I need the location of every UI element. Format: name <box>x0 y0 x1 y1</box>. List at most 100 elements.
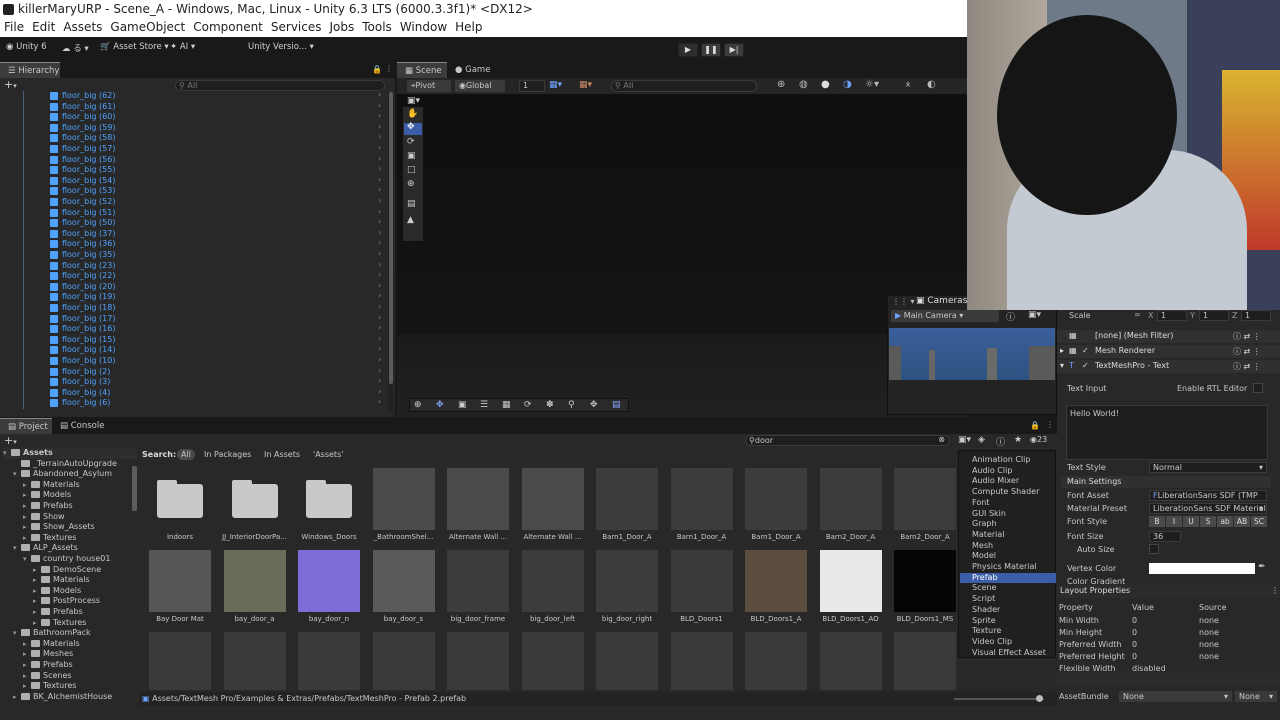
expand-arrow-icon[interactable]: ▸ <box>33 608 41 616</box>
project-folder[interactable]: ▸ Models <box>33 586 81 597</box>
hierarchy-item[interactable]: floor_big (35) › <box>0 249 386 261</box>
lock-icon[interactable]: 🔒 <box>372 65 382 74</box>
hierarchy-item[interactable]: floor_big (6) › <box>0 397 386 409</box>
hierarchy-search-input[interactable]: ⚲ All <box>175 80 385 91</box>
scope-in-assets[interactable]: In Assets <box>264 450 300 459</box>
text-style-dropdown[interactable]: Normal ▾ <box>1149 462 1267 473</box>
type-filter-item[interactable]: Animation Clip <box>960 455 1056 466</box>
type-filter-item[interactable]: Audio Clip <box>960 466 1056 477</box>
expand-arrow-icon[interactable]: ▸ <box>23 661 31 669</box>
type-filter-item[interactable]: Material <box>960 530 1056 541</box>
hierarchy-item[interactable]: floor_big (18) › <box>0 302 386 314</box>
chevron-right-icon[interactable]: › <box>378 387 381 396</box>
font-style-button[interactable]: SC <box>1251 516 1267 527</box>
tab-scene[interactable]: ▦ Scene <box>397 62 447 78</box>
pivot-dropdown[interactable]: ⌖Pivot <box>407 80 451 92</box>
hierarchy-item[interactable]: floor_big (60) › <box>0 111 386 123</box>
hierarchy-item[interactable]: floor_big (19) › <box>0 291 386 303</box>
hierarchy-item[interactable]: floor_big (55) › <box>0 164 386 176</box>
step-button[interactable]: ▶| <box>724 43 744 57</box>
chevron-right-icon[interactable]: › <box>378 101 381 110</box>
hierarchy-item[interactable]: floor_big (59) › <box>0 122 386 134</box>
project-folder[interactable]: ▸ Show_Assets <box>23 522 95 533</box>
expand-arrow-icon[interactable]: ▾ <box>13 544 21 552</box>
chevron-right-icon[interactable]: › <box>378 91 381 99</box>
project-folder[interactable]: ▾ ALP_Assets <box>13 543 78 554</box>
hierarchy-item[interactable]: floor_big (3) › <box>0 376 386 388</box>
expand-arrow-icon[interactable]: ▸ <box>23 640 31 648</box>
label-filter-icon[interactable]: ◈ <box>978 435 985 445</box>
tab-hierarchy[interactable]: ☰ Hierarchy <box>0 62 60 78</box>
camera-info-icon[interactable]: ⓘ <box>1006 310 1015 323</box>
project-create-button[interactable]: +▾ <box>4 434 17 447</box>
camera-frame-icon[interactable]: ▣▾ <box>1028 310 1041 320</box>
project-folder[interactable]: ▸ Materials <box>23 639 80 650</box>
log-filter-icon[interactable]: ⓘ <box>996 435 1005 448</box>
type-filter-item[interactable]: Prefab <box>960 572 1056 584</box>
project-folder[interactable]: ▸ Show <box>23 512 65 523</box>
hierarchy-item[interactable]: floor_big (62) › <box>0 91 386 102</box>
tab-game[interactable]: ● Game <box>447 62 497 78</box>
snap-icon[interactable]: ⊕ <box>414 400 422 410</box>
ai-button[interactable]: ✦ AI ▾ <box>170 42 195 56</box>
chevron-right-icon[interactable]: › <box>378 228 381 237</box>
chevron-right-icon[interactable]: › <box>378 238 381 247</box>
rtl-checkbox[interactable] <box>1253 383 1263 393</box>
filter-type-icon[interactable]: ▣▾ <box>958 435 971 445</box>
hierarchy-item[interactable]: floor_big (20) › <box>0 281 386 293</box>
expand-arrow-icon[interactable]: ▸ <box>23 534 31 542</box>
shaded-icon[interactable]: ● <box>821 79 830 90</box>
hierarchy-item[interactable]: floor_big (58) › <box>0 132 386 144</box>
transform-tool-icon[interactable]: ⊕ <box>407 179 415 189</box>
chevron-right-icon[interactable]: › <box>378 270 381 279</box>
menu-edit[interactable]: Edit <box>32 20 55 34</box>
type-filter-item[interactable]: Audio Mixer <box>960 476 1056 487</box>
more-icon[interactable]: ⋮ <box>385 64 393 73</box>
type-filter-item[interactable]: Texture <box>960 626 1056 637</box>
expand-icon[interactable]: ▾ <box>1060 361 1064 370</box>
expand-arrow-icon[interactable]: ▸ <box>23 650 31 658</box>
play-button[interactable]: ▶ <box>678 43 698 57</box>
chevron-right-icon[interactable]: › <box>378 196 381 205</box>
favorite-icon[interactable]: ★ <box>1014 435 1022 445</box>
lock-icon[interactable]: 🔒 <box>1030 421 1040 430</box>
collapse-icon[interactable]: ▸ <box>1060 346 1064 355</box>
camera-dropdown[interactable]: ▶ Main Camera ▾ <box>891 310 999 322</box>
project-folder[interactable]: ▸ DemoScene <box>33 565 101 576</box>
project-folder[interactable]: ▸ Textures <box>23 533 76 544</box>
help-icon[interactable]: ⓘ ⇄ ⋮ <box>1233 346 1261 357</box>
hierarchy-item[interactable]: floor_big (4) › <box>0 387 386 399</box>
menu-tools[interactable]: Tools <box>362 20 392 34</box>
scale-tool-icon[interactable]: ▣ <box>407 151 416 161</box>
expand-arrow-icon[interactable]: ▸ <box>33 619 41 627</box>
chevron-right-icon[interactable]: › <box>378 291 381 300</box>
enabled-checkbox[interactable]: ✓ <box>1082 346 1089 355</box>
expand-arrow-icon[interactable]: ▸ <box>23 523 31 531</box>
type-filter-item[interactable]: Font <box>960 498 1056 509</box>
type-filter-item[interactable]: Shader <box>960 605 1056 616</box>
grid-visibility-icon[interactable]: ▦▾ <box>579 80 592 90</box>
hierarchy-item[interactable]: floor_big (17) › <box>0 313 386 325</box>
effects-icon[interactable]: ◐ <box>927 79 936 90</box>
tab-project[interactable]: ▤ Project <box>0 418 52 434</box>
project-folder[interactable]: ▸ Prefabs <box>23 660 73 671</box>
chevron-right-icon[interactable]: › <box>378 260 381 269</box>
asset-variant-dropdown[interactable]: None ▾ <box>1235 691 1277 702</box>
font-size-field[interactable]: 36 <box>1149 531 1181 542</box>
draw-mode-icon[interactable]: ⊕ <box>777 79 785 90</box>
chevron-right-icon[interactable]: › <box>378 281 381 290</box>
create-button[interactable]: +▾ <box>4 78 17 91</box>
project-folder[interactable]: ▸ Textures <box>33 618 86 629</box>
type-filter-item[interactable]: Video Clip <box>960 637 1056 648</box>
main-settings-header[interactable]: Main Settings <box>1061 476 1271 488</box>
enabled-checkbox[interactable]: ✓ <box>1082 361 1089 370</box>
type-filter-item[interactable]: Physics Material <box>960 562 1056 573</box>
hierarchy-item[interactable]: floor_big (37) › <box>0 228 386 240</box>
hierarchy-item[interactable]: floor_big (57) › <box>0 143 386 155</box>
rotate-icon[interactable]: ⟳ <box>524 400 532 410</box>
hierarchy-item[interactable]: floor_big (22) › <box>0 270 386 282</box>
help-icon[interactable]: ⓘ ⇄ ⋮ <box>1233 331 1261 342</box>
text-input-area[interactable]: Hello World! <box>1066 405 1268 460</box>
zoom-slider[interactable] <box>954 695 1044 702</box>
project-folder[interactable]: ▸ Meshes <box>23 649 73 660</box>
